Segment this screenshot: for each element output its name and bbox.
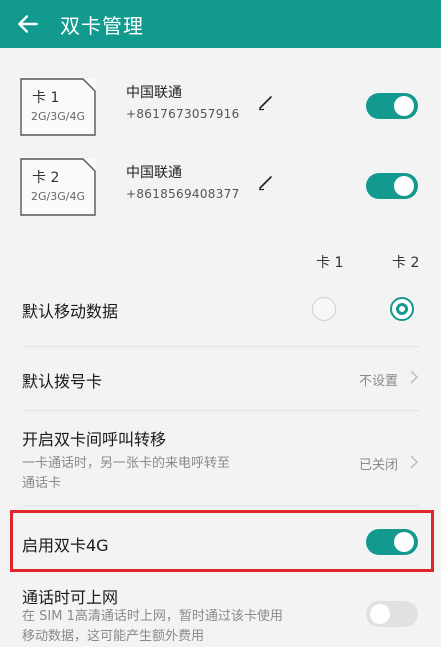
default-dial-label[interactable]: 默认拨号卡 — [22, 368, 102, 392]
default-data-card-2-radio[interactable] — [390, 297, 414, 321]
data-during-call-toggle[interactable] — [366, 601, 418, 627]
column-header-card-2: 卡 2 — [392, 255, 420, 271]
call-forward-value[interactable]: 已关闭 — [359, 454, 398, 473]
data-during-call-description-line-2: 移动数据，这可能产生额外费用 — [22, 629, 205, 644]
sim-card-icon: 卡 2 2G/3G/4G — [20, 158, 96, 216]
divider — [22, 505, 419, 506]
toggle-knob — [394, 532, 414, 552]
data-during-call-description-line-1: 在 SIM 1高清通话时上网，暂时通过该卡使用 — [22, 609, 283, 624]
sim-phone-number: +8617673057916 — [126, 107, 240, 121]
default-dial-value[interactable]: 不设置 — [359, 370, 398, 389]
page-title: 双卡管理 — [60, 13, 144, 38]
default-data-label: 默认移动数据 — [22, 302, 119, 321]
sim-card-label: 卡 2 — [32, 170, 60, 186]
sim-carrier: 中国联通 — [126, 165, 182, 181]
arrow-left-icon — [18, 15, 38, 33]
chevron-right-icon — [410, 370, 419, 384]
pencil-icon — [259, 176, 272, 191]
dual-sim-settings-screen: 双卡管理 卡 1 2G/3G/4G 中国联通 +8617673057916 卡 … — [0, 0, 441, 647]
toggle-knob — [370, 604, 390, 624]
call-forward-description-line-2: 通话卡 — [22, 476, 62, 491]
pencil-icon — [259, 96, 272, 111]
sim-phone-number: +8618569408377 — [126, 187, 240, 201]
sim-network-types: 2G/3G/4G — [31, 190, 85, 203]
divider — [22, 346, 419, 347]
edit-sim-1-button[interactable] — [256, 92, 276, 112]
sim-card-icon: 卡 1 2G/3G/4G — [20, 78, 96, 136]
call-forward-description-line-1: 一卡通话时，另一张卡的来电呼转至 — [22, 456, 231, 471]
chevron-right-icon — [410, 455, 419, 469]
default-data-card-1-radio[interactable] — [312, 297, 336, 321]
back-button[interactable] — [0, 0, 56, 48]
call-forward-label[interactable]: 开启双卡间呼叫转移 — [22, 426, 166, 450]
sim-card-label: 卡 1 — [32, 90, 60, 106]
dual-4g-toggle[interactable] — [366, 529, 418, 555]
toggle-knob — [394, 176, 414, 196]
column-header-card-1: 卡 1 — [316, 255, 344, 271]
sim-row-1: 卡 1 2G/3G/4G 中国联通 +8617673057916 — [0, 72, 441, 158]
app-bar: 双卡管理 — [0, 0, 441, 48]
sim-2-toggle[interactable] — [366, 173, 418, 199]
sim-network-types: 2G/3G/4G — [31, 110, 85, 123]
toggle-knob — [394, 96, 414, 116]
edit-sim-2-button[interactable] — [256, 172, 276, 192]
divider — [22, 410, 419, 411]
sim-carrier: 中国联通 — [126, 85, 182, 101]
dual-4g-label: 启用双卡4G — [22, 536, 109, 555]
sim-row-2: 卡 2 2G/3G/4G 中国联通 +8618569408377 — [0, 152, 441, 238]
sim-1-toggle[interactable] — [366, 93, 418, 119]
data-during-call-label: 通话时可上网 — [22, 588, 119, 607]
